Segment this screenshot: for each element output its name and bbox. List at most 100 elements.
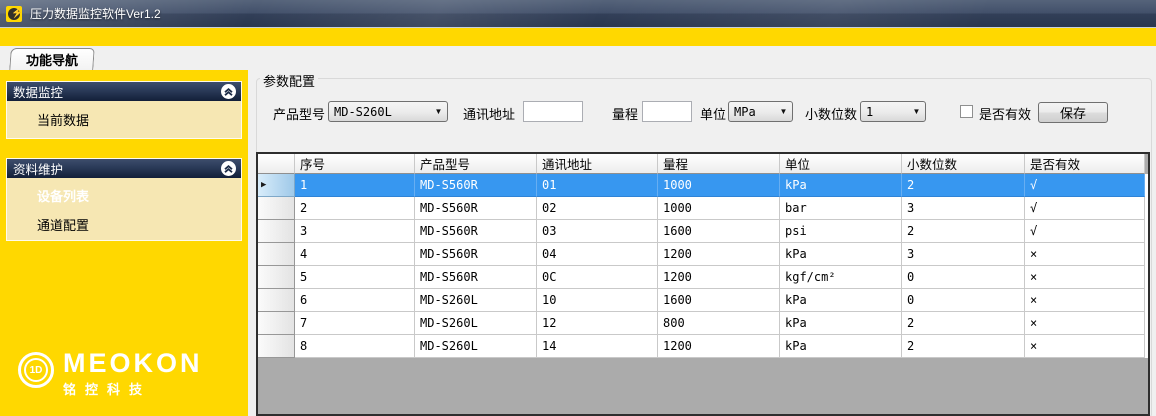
- cell-index[interactable]: 1: [295, 174, 415, 197]
- table-row[interactable]: 4 MD-S560R 04 1200 kPa 3 ×: [258, 243, 1148, 266]
- col-header-unit[interactable]: 单位: [780, 154, 902, 174]
- col-header-decimals[interactable]: 小数位数: [902, 154, 1025, 174]
- unit-value: MPa: [729, 105, 775, 119]
- brand-band: [0, 27, 1156, 46]
- cell-comm-addr[interactable]: 10: [537, 289, 658, 312]
- cell-decimals[interactable]: 0: [902, 289, 1025, 312]
- cell-comm-addr[interactable]: 03: [537, 220, 658, 243]
- table-row[interactable]: 6 MD-S260L 10 1600 kPa 0 ×: [258, 289, 1148, 312]
- col-header-range[interactable]: 量程: [658, 154, 780, 174]
- cell-model[interactable]: MD-S560R: [415, 243, 537, 266]
- row-selector-cell[interactable]: [258, 335, 295, 358]
- decimals-select[interactable]: 1 ▼: [860, 101, 926, 122]
- col-header-comm-addr[interactable]: 通讯地址: [537, 154, 658, 174]
- cell-unit[interactable]: kPa: [780, 243, 902, 266]
- collapse-chevron-icon[interactable]: [221, 161, 236, 176]
- cell-unit[interactable]: kPa: [780, 289, 902, 312]
- cell-comm-addr[interactable]: 04: [537, 243, 658, 266]
- cell-unit[interactable]: kPa: [780, 335, 902, 358]
- cell-unit[interactable]: kgf/cm²: [780, 266, 902, 289]
- cell-index[interactable]: 5: [295, 266, 415, 289]
- row-selector-cell[interactable]: [258, 197, 295, 220]
- cell-unit[interactable]: psi: [780, 220, 902, 243]
- cell-model[interactable]: MD-S560R: [415, 266, 537, 289]
- cell-model[interactable]: MD-S560R: [415, 174, 537, 197]
- sidebar-item-channel-config[interactable]: 通道配置: [7, 210, 241, 239]
- cell-decimals[interactable]: 3: [902, 243, 1025, 266]
- collapse-chevron-icon[interactable]: [221, 84, 236, 99]
- row-selector-cell[interactable]: [258, 266, 295, 289]
- cell-range[interactable]: 1000: [658, 197, 780, 220]
- table-row[interactable]: ▶ 1 MD-S560R 01 1000 kPa 2 √: [258, 174, 1148, 197]
- cell-range[interactable]: 1200: [658, 266, 780, 289]
- cell-index[interactable]: 7: [295, 312, 415, 335]
- cell-unit[interactable]: kPa: [780, 312, 902, 335]
- table-row[interactable]: 7 MD-S260L 12 800 kPa 2 ×: [258, 312, 1148, 335]
- cell-decimals[interactable]: 2: [902, 174, 1025, 197]
- cell-unit[interactable]: bar: [780, 197, 902, 220]
- cell-decimals[interactable]: 2: [902, 220, 1025, 243]
- cell-range[interactable]: 1200: [658, 243, 780, 266]
- col-header-model[interactable]: 产品型号: [415, 154, 537, 174]
- cell-valid[interactable]: ×: [1025, 266, 1145, 289]
- cell-model[interactable]: MD-S260L: [415, 335, 537, 358]
- table-row[interactable]: 8 MD-S260L 14 1200 kPa 2 ×: [258, 335, 1148, 358]
- cell-decimals[interactable]: 2: [902, 335, 1025, 358]
- cell-range[interactable]: 1600: [658, 289, 780, 312]
- cell-comm-addr[interactable]: 0C: [537, 266, 658, 289]
- cell-index[interactable]: 6: [295, 289, 415, 312]
- cell-model[interactable]: MD-S560R: [415, 220, 537, 243]
- cell-valid[interactable]: √: [1025, 174, 1145, 197]
- tab-function-navigation[interactable]: 功能导航: [9, 48, 95, 70]
- cell-index[interactable]: 2: [295, 197, 415, 220]
- cell-model[interactable]: MD-S560R: [415, 197, 537, 220]
- cell-index[interactable]: 3: [295, 220, 415, 243]
- table-row[interactable]: 2 MD-S560R 02 1000 bar 3 √: [258, 197, 1148, 220]
- col-header-valid[interactable]: 是否有效: [1025, 154, 1145, 174]
- cell-range[interactable]: 1600: [658, 220, 780, 243]
- cell-range[interactable]: 1000: [658, 174, 780, 197]
- cell-decimals[interactable]: 3: [902, 197, 1025, 220]
- cell-model[interactable]: MD-S260L: [415, 312, 537, 335]
- save-button[interactable]: 保存: [1038, 102, 1108, 123]
- device-table: 序号 产品型号 通讯地址 量程 单位 小数位数 是否有效 ▶ 1 MD-S560…: [256, 152, 1150, 416]
- comm-address-input[interactable]: [523, 101, 583, 122]
- product-model-select[interactable]: MD-S260L ▼: [328, 101, 448, 122]
- cell-comm-addr[interactable]: 02: [537, 197, 658, 220]
- sidebar-item-device-list[interactable]: 设备列表: [7, 181, 241, 210]
- cell-valid[interactable]: √: [1025, 220, 1145, 243]
- range-input[interactable]: [642, 101, 692, 122]
- unit-select[interactable]: MPa ▼: [728, 101, 793, 122]
- table-row[interactable]: 5 MD-S560R 0C 1200 kgf/cm² 0 ×: [258, 266, 1148, 289]
- panel-header-data-maintenance[interactable]: 资料维护: [7, 159, 241, 178]
- cell-valid[interactable]: ×: [1025, 243, 1145, 266]
- cell-unit[interactable]: kPa: [780, 174, 902, 197]
- title-bar[interactable]: ⚡ 压力数据监控软件Ver1.2: [0, 0, 1156, 27]
- sidebar-item-current-data[interactable]: 当前数据: [7, 101, 241, 138]
- cell-range[interactable]: 1200: [658, 335, 780, 358]
- table-row[interactable]: 3 MD-S560R 03 1600 psi 2 √: [258, 220, 1148, 243]
- row-selector-cell[interactable]: [258, 312, 295, 335]
- cell-index[interactable]: 4: [295, 243, 415, 266]
- cell-valid[interactable]: ×: [1025, 312, 1145, 335]
- row-selector-cell[interactable]: [258, 243, 295, 266]
- range-label: 量程: [612, 104, 638, 123]
- row-selector-cell[interactable]: [258, 289, 295, 312]
- cell-model[interactable]: MD-S260L: [415, 289, 537, 312]
- col-header-index[interactable]: 序号: [295, 154, 415, 174]
- row-selector-cell[interactable]: [258, 220, 295, 243]
- cell-decimals[interactable]: 0: [902, 266, 1025, 289]
- valid-checkbox[interactable]: [960, 105, 973, 118]
- cell-range[interactable]: 800: [658, 312, 780, 335]
- cell-comm-addr[interactable]: 14: [537, 335, 658, 358]
- cell-index[interactable]: 8: [295, 335, 415, 358]
- cell-valid[interactable]: ×: [1025, 335, 1145, 358]
- cell-decimals[interactable]: 2: [902, 312, 1025, 335]
- cell-valid[interactable]: ×: [1025, 289, 1145, 312]
- row-selector-cell[interactable]: ▶: [258, 174, 295, 197]
- cell-comm-addr[interactable]: 12: [537, 312, 658, 335]
- cell-valid[interactable]: √: [1025, 197, 1145, 220]
- panel-header-data-monitor[interactable]: 数据监控: [7, 82, 241, 101]
- cell-comm-addr[interactable]: 01: [537, 174, 658, 197]
- row-pointer-icon: ▶: [261, 181, 266, 190]
